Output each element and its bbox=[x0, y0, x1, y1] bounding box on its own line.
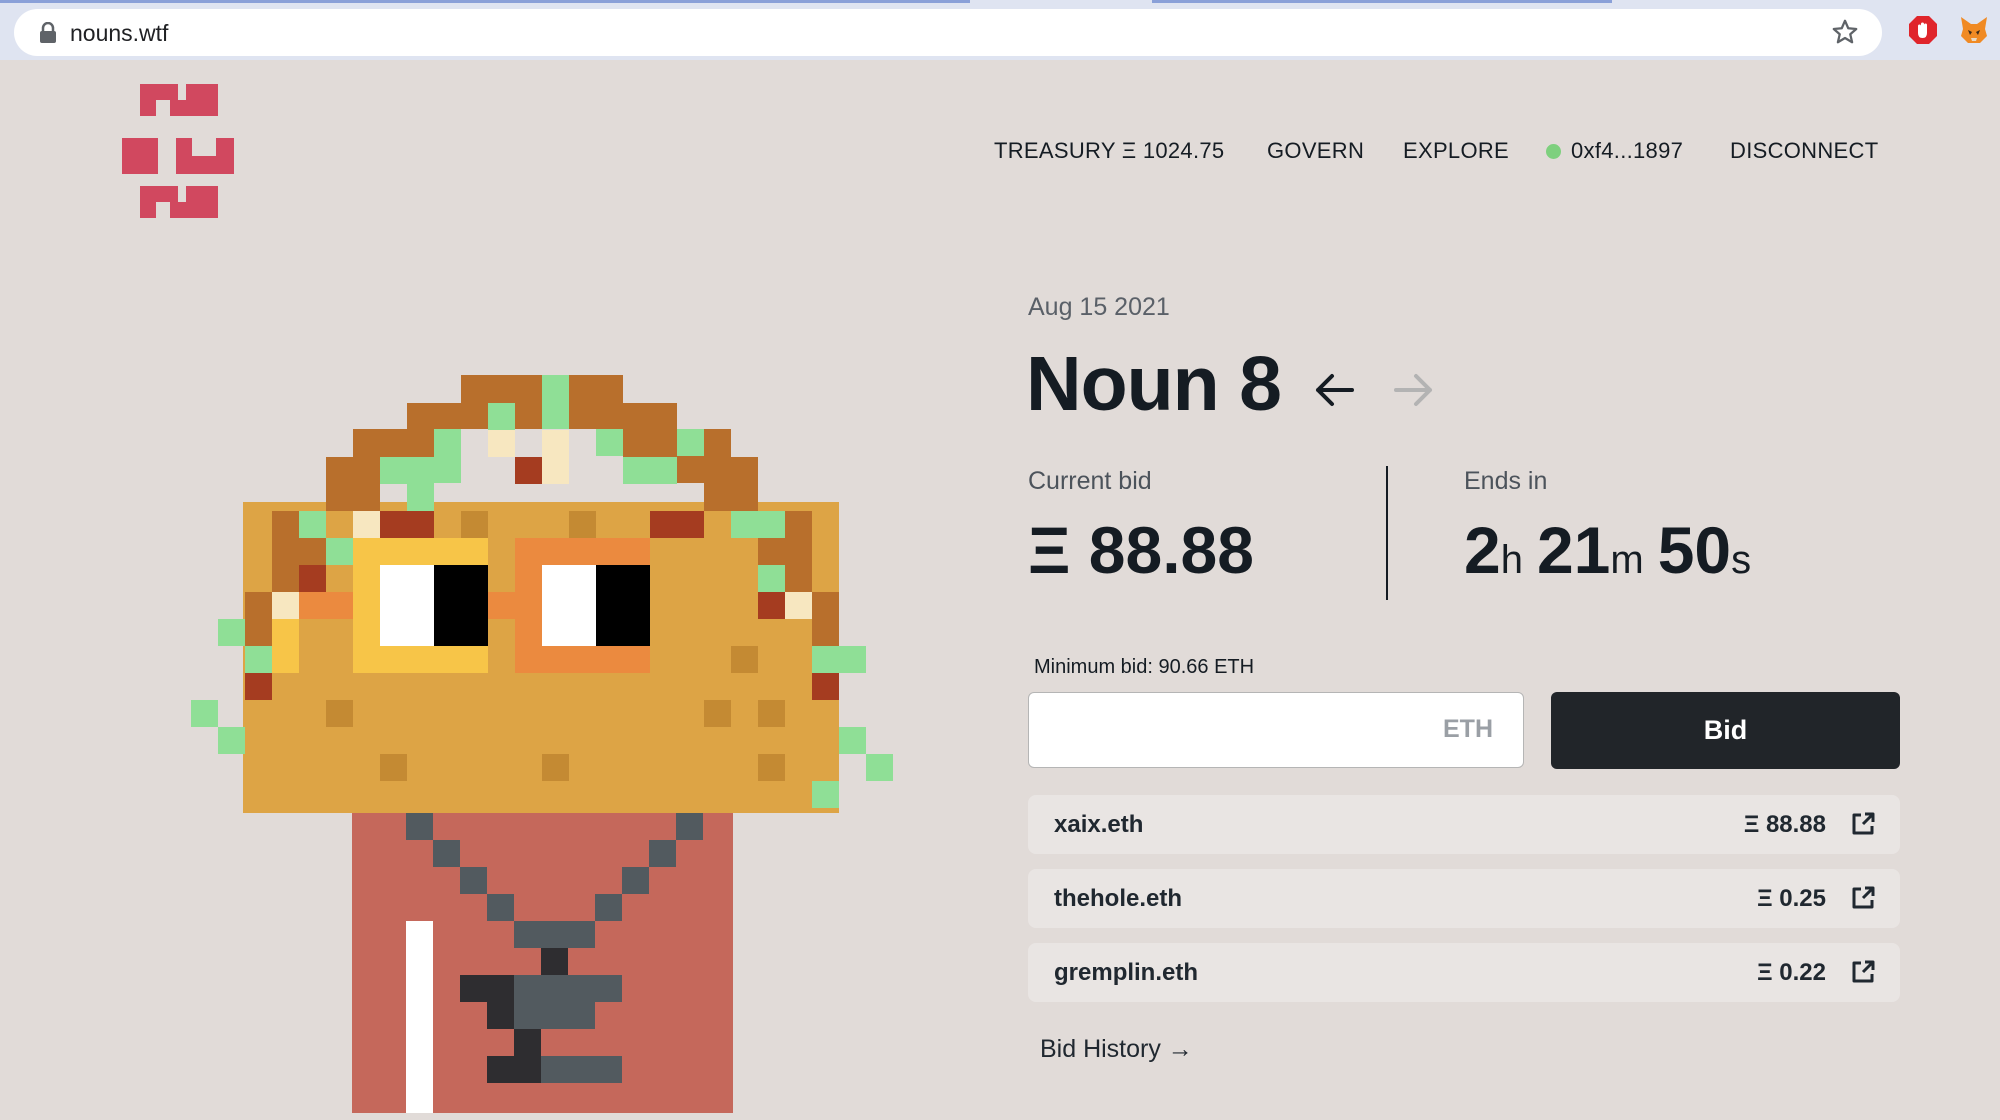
star-icon[interactable] bbox=[1830, 17, 1860, 47]
countdown-minutes: 21 bbox=[1536, 513, 1611, 587]
minutes-unit: m bbox=[1610, 538, 1644, 582]
minimum-bid-text: Minimum bid: 90.66 ETH bbox=[1034, 656, 1255, 678]
bidder-name: xaix.eth bbox=[1054, 811, 1144, 838]
external-link-icon[interactable] bbox=[1850, 811, 1876, 837]
nav-treasury[interactable]: TREASURY Ξ 1024.75 bbox=[994, 138, 1224, 164]
nav-govern[interactable]: GOVERN bbox=[1267, 138, 1364, 164]
loading-bar bbox=[0, 0, 970, 3]
noun-title: Noun 8 bbox=[1026, 341, 1282, 427]
nouns-logo[interactable] bbox=[118, 80, 234, 222]
url-text[interactable]: nouns.wtf bbox=[70, 20, 168, 47]
hours-unit: h bbox=[1500, 538, 1523, 582]
bid-amount: Ξ 0.22 bbox=[1757, 959, 1826, 986]
bid-row: thehole.eth Ξ 0.25 bbox=[1028, 869, 1900, 928]
bidder-name: gremplin.eth bbox=[1054, 959, 1199, 986]
loading-bar bbox=[1152, 0, 1612, 3]
wallet-status-dot bbox=[1546, 143, 1561, 159]
bidder-name: thehole.eth bbox=[1054, 885, 1183, 912]
bid-button[interactable]: Bid bbox=[1551, 692, 1900, 769]
arrow-right-icon[interactable] bbox=[1392, 372, 1436, 408]
browser-toolbar: nouns.wtf bbox=[0, 0, 2000, 60]
noun-image bbox=[191, 375, 893, 1113]
current-bid-label: Current bid bbox=[1028, 467, 1152, 495]
bid-history-link[interactable]: Bid History → bbox=[1040, 1035, 1193, 1064]
external-link-icon[interactable] bbox=[1850, 885, 1876, 911]
current-bid-value: Ξ 88.88 bbox=[1028, 513, 1254, 587]
countdown-timer: 2h 21m 50s bbox=[1464, 512, 1765, 588]
adblock-icon[interactable] bbox=[1907, 14, 1939, 46]
bid-amount: Ξ 88.88 bbox=[1743, 811, 1826, 838]
lock-icon[interactable] bbox=[38, 22, 58, 44]
countdown-seconds: 50 bbox=[1657, 513, 1732, 587]
bid-amount: Ξ 0.25 bbox=[1757, 885, 1826, 912]
nav-disconnect[interactable]: DISCONNECT bbox=[1730, 138, 1878, 164]
bid-input-wrapper: ETH bbox=[1028, 692, 1524, 768]
bid-row: gremplin.eth Ξ 0.22 bbox=[1028, 943, 1900, 1002]
nav-wallet[interactable]: 0xf4...1897 bbox=[1546, 138, 1683, 164]
countdown-hours: 2 bbox=[1464, 513, 1501, 587]
arrow-left-icon[interactable] bbox=[1312, 372, 1356, 408]
seconds-unit: s bbox=[1731, 538, 1752, 582]
address-bar[interactable]: nouns.wtf bbox=[14, 9, 1882, 56]
ends-in-label: Ends in bbox=[1464, 467, 1548, 495]
nav-explore[interactable]: EXPLORE bbox=[1403, 138, 1509, 164]
bid-input-unit: ETH bbox=[1443, 715, 1493, 743]
auction-date: Aug 15 2021 bbox=[1028, 293, 1170, 321]
external-link-icon[interactable] bbox=[1850, 959, 1876, 985]
divider bbox=[1386, 466, 1388, 600]
bid-row: xaix.eth Ξ 88.88 bbox=[1028, 795, 1900, 854]
metamask-icon[interactable] bbox=[1958, 14, 1990, 46]
wallet-address: 0xf4...1897 bbox=[1571, 138, 1684, 163]
